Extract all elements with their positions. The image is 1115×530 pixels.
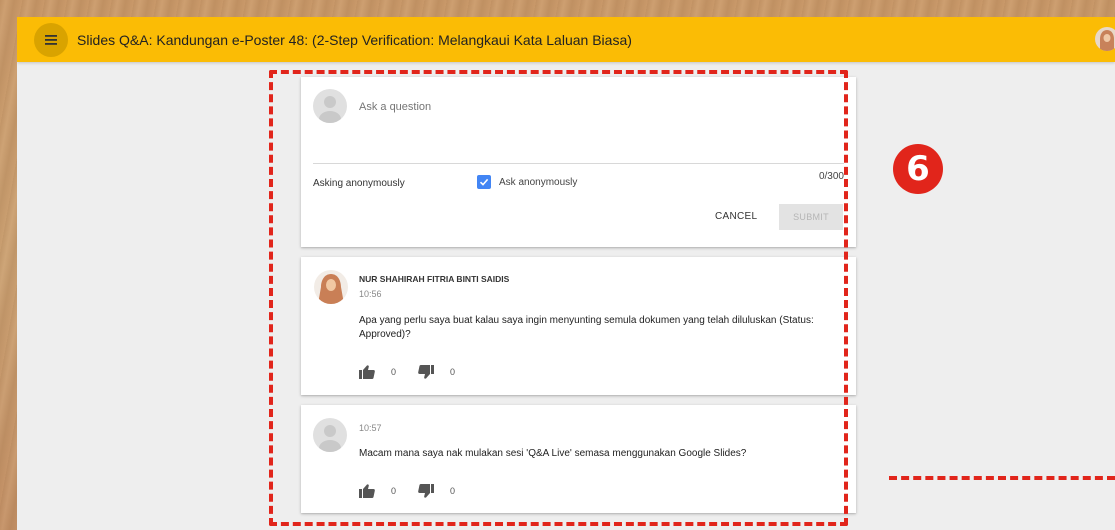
step-number-badge: 6 [893, 144, 943, 194]
highlight-frame [269, 70, 848, 526]
page-title: Slides Q&A: Kandungan e-Poster 48: (2-St… [77, 31, 632, 48]
highlight-connector-line [889, 476, 1115, 480]
menu-button[interactable] [34, 22, 68, 57]
account-avatar[interactable] [1095, 27, 1115, 51]
top-app-bar: Slides Q&A: Kandungan e-Poster 48: (2-St… [17, 17, 1115, 62]
menu-icon [45, 34, 57, 45]
